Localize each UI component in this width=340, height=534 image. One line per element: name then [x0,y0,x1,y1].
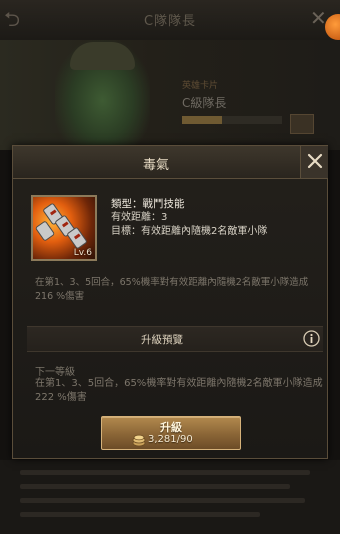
close-icon [307,153,323,169]
upgrade-preview-header: 升級預覽 [27,326,323,352]
skill-range: 有效距離：3 [111,212,168,223]
hero-name: C級隊長 [182,96,227,110]
coin-icon [132,434,146,447]
hero-action-button[interactable] [290,114,314,134]
upgrade-preview-title: 升級預覽 [141,334,183,346]
next-level-description: 在第1、3、5回合，65%機率對有效距離內隨機2名敵軍小隊造成222 %傷害 [35,378,323,403]
hero-scene [0,40,340,150]
hero-cap [70,42,135,70]
upgrade-button[interactable]: 升級 3,281/90 [101,416,241,450]
upgrade-cost-text: 3,281/90 [148,434,193,445]
upgrade-cost: 3,281/90 [132,434,222,448]
skill-info: 類型：戰鬥技能 有效距離：3 目標：有效距離內隨機2名敵軍小隊 [111,197,321,239]
skill-type: 類型：戰鬥技能 [111,198,185,210]
modal-title: 毒氣 [142,158,169,173]
upgrade-button-label: 升級 [160,421,182,434]
skill-detail-modal: 毒氣 Lv.6 類型：戰鬥技能 有效距離：3 目標：有效距離內隨機2名敵軍小隊 … [12,145,328,459]
modal-header: 毒氣 [13,146,328,179]
skill-target: 目標：有效距離內隨機2名敵軍小隊 [111,226,268,237]
hero-subtitle: 英雄卡片 [182,81,219,91]
skill-description: 在第1、3、5回合，65%機率對有效距離內隨機2名敵軍小隊造成216 %傷害 [35,277,309,302]
screen-title: C隊隊長 [143,14,197,29]
close-button[interactable] [300,146,328,178]
skill-level-label: Lv.6 [73,248,92,258]
next-level-label: 下一等級 [35,367,75,378]
background-text-area [0,460,340,534]
poison-gas-skill-icon: Lv.6 [31,195,97,261]
info-icon[interactable] [303,330,320,347]
hero-exp-bar [182,116,282,124]
